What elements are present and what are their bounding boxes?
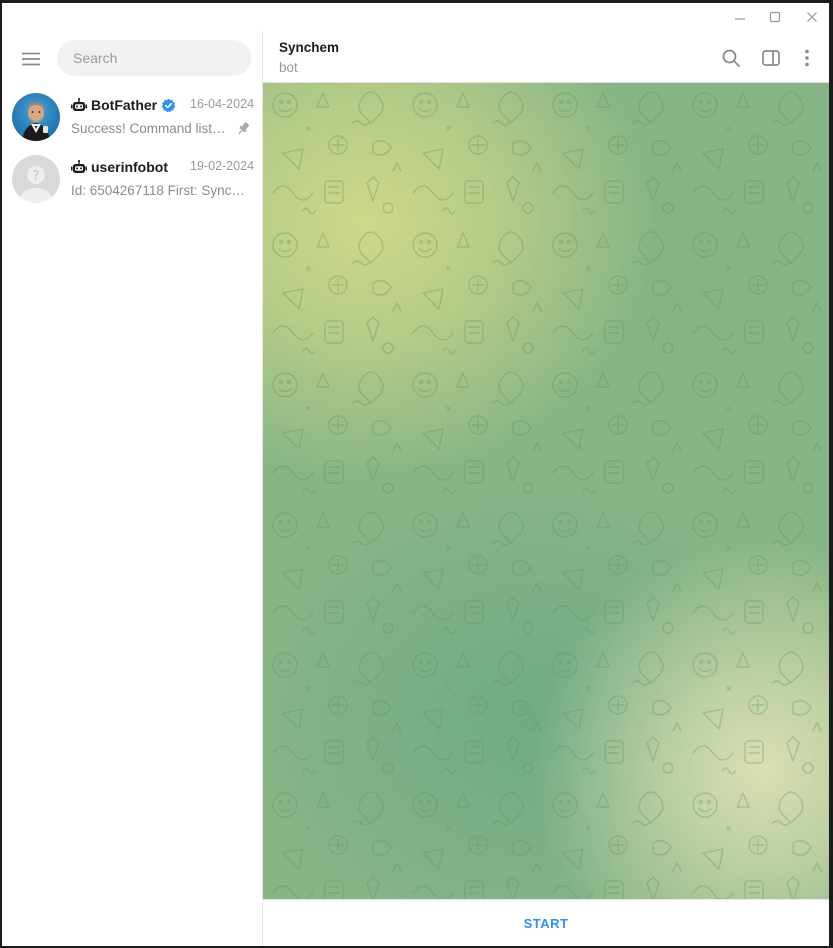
close-button[interactable] [794, 3, 829, 31]
verified-icon [161, 98, 176, 112]
chat-preview: Id: 6504267118 First: Synchem [71, 183, 251, 198]
search-input[interactable] [73, 40, 243, 76]
minimize-button[interactable] [722, 3, 758, 31]
minimize-icon [735, 18, 745, 20]
more-vertical-icon [805, 49, 809, 67]
title-bar [2, 3, 829, 31]
chat-name: userinfobot [91, 159, 168, 175]
botfather-avatar [12, 93, 60, 141]
doodle-pattern [263, 83, 829, 899]
more-options-button[interactable] [792, 43, 822, 73]
chat-wallpaper [263, 83, 829, 899]
chat-item-userinfobot[interactable]: ? userinfobot 19-02-2024 Id: 6504267118 … [2, 149, 262, 211]
search-icon [722, 49, 740, 67]
chat-date: 19-02-2024 [190, 159, 254, 173]
chat-name: BotFather [91, 97, 158, 113]
chat-list-sidebar: BotFather 16-04-2024 Success! Command li… [2, 31, 263, 946]
search-box [57, 40, 251, 76]
chat-item-botfather[interactable]: BotFather 16-04-2024 Success! Command li… [2, 87, 262, 149]
main-menu-button[interactable] [16, 47, 46, 71]
chat-status: bot [279, 60, 298, 75]
chat-title[interactable]: Synchem [279, 40, 339, 55]
telegram-window: BotFather 16-04-2024 Success! Command li… [2, 3, 829, 946]
search-button[interactable] [716, 43, 746, 73]
bot-start-bar: START [263, 899, 829, 946]
maximize-icon [769, 11, 781, 23]
placeholder-avatar: ? [12, 155, 60, 203]
start-button[interactable]: START [494, 908, 599, 939]
chat-header: Synchem bot [263, 31, 829, 83]
sidebar-toggle-button[interactable] [756, 43, 786, 73]
maximize-button[interactable] [757, 3, 793, 31]
bot-icon [71, 98, 87, 111]
close-icon [807, 12, 817, 22]
hamburger-icon [22, 52, 40, 66]
chat-preview: Success! Command list updated. [71, 121, 229, 136]
bot-icon [71, 160, 87, 173]
sidebar-toggle-icon [762, 50, 780, 66]
pin-icon [238, 122, 250, 135]
svg-text:?: ? [32, 169, 40, 184]
chat-date: 16-04-2024 [190, 97, 254, 111]
